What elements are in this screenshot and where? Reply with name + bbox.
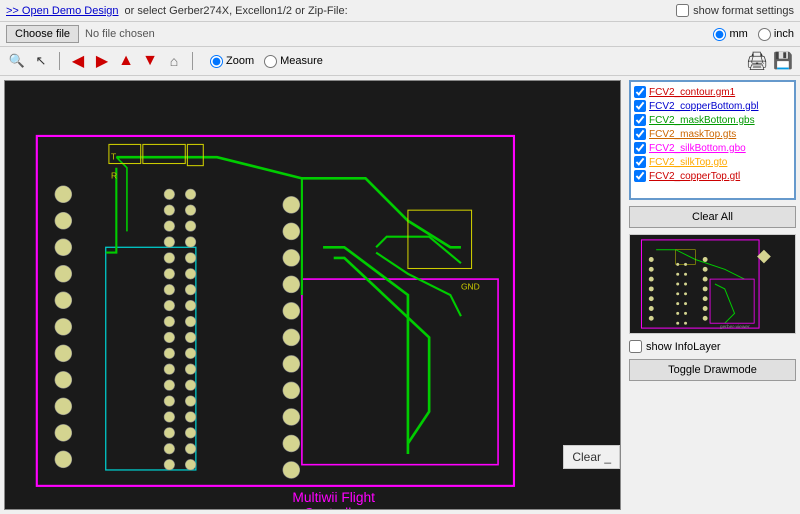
file-name-label: FCV2_contour.gm1: [649, 87, 735, 98]
right-panel: FCV2_contour.gm1 FCV2_copperBottom.gbl FCV…: [625, 76, 800, 514]
pcb-svg: T R GND: [5, 81, 620, 509]
toolbar: 🔍 ↖ ◀ ▶ ▲ ▼ ⌂: [0, 47, 800, 76]
no-file-text: No file chosen: [85, 28, 155, 40]
file-list-item[interactable]: FCV2_maskBottom.gbs: [634, 113, 791, 127]
show-format-label: show format settings: [693, 5, 794, 17]
file-list-item[interactable]: FCV2_copperBottom.gbl: [634, 99, 791, 113]
toolbar-arrow-group: ◀ ▶ ▲ ▼ ⌂: [67, 50, 185, 72]
svg-text:Multiwii Flight: Multiwii Flight: [292, 490, 375, 505]
pcb-viewer[interactable]: T R GND: [4, 80, 621, 510]
arrow-up-icon: ▲: [118, 52, 134, 70]
top-bar: >> Open Demo Design or select Gerber274X…: [0, 0, 800, 22]
file-checkbox[interactable]: [634, 128, 646, 140]
pan-left-button[interactable]: ◀: [67, 50, 89, 72]
save-button[interactable]: 💾: [772, 50, 794, 72]
zoom-radio[interactable]: [210, 55, 223, 68]
clear-text-overlay[interactable]: Clear _: [563, 445, 620, 469]
file-checkbox[interactable]: [634, 114, 646, 126]
file-name-label: FCV2_copperTop.gtl: [649, 171, 740, 182]
show-info-area: show InfoLayer: [629, 340, 796, 353]
format-settings-area: show format settings: [676, 4, 794, 17]
show-format-checkbox[interactable]: [676, 4, 689, 17]
file-name-label: FCV2_maskBottom.gbs: [649, 115, 755, 126]
measure-label: Measure: [280, 55, 323, 67]
cursor-icon: ↖: [36, 53, 47, 69]
zoom-label: Zoom: [226, 55, 254, 67]
file-list-item[interactable]: FCV2_maskTop.gts: [634, 127, 791, 141]
svg-text:gerber-viewer: gerber-viewer: [720, 324, 750, 330]
zoom-measure-area: Zoom Measure: [210, 55, 323, 68]
show-info-label: show InfoLayer: [646, 341, 721, 353]
file-checkbox[interactable]: [634, 170, 646, 182]
unit-radio-group: mm inch: [713, 28, 794, 41]
home-button[interactable]: ⌂: [163, 50, 185, 72]
pan-down-button[interactable]: ▼: [139, 50, 161, 72]
file-checkbox[interactable]: [634, 86, 646, 98]
open-demo-link[interactable]: >> Open Demo Design: [6, 5, 119, 17]
save-icon: 💾: [773, 51, 793, 71]
toolbar-separator-2: [192, 52, 193, 70]
pan-right-button[interactable]: ▶: [91, 50, 113, 72]
measure-radio[interactable]: [264, 55, 277, 68]
print-icon: 🖨: [746, 51, 769, 72]
svg-text:GND: GND: [461, 282, 480, 292]
svg-text:Controller: Controller: [304, 506, 364, 509]
file-name-label: FCV2_maskTop.gts: [649, 129, 736, 140]
magnifier-minus-icon: 🔍: [9, 53, 25, 69]
mm-label: mm: [729, 28, 747, 40]
clear-all-button[interactable]: Clear All: [629, 206, 796, 228]
file-checkbox[interactable]: [634, 100, 646, 112]
main-content: T R GND: [0, 76, 800, 514]
file-name-label: FCV2_silkBottom.gbo: [649, 143, 746, 154]
thumbnail-svg: gerber-viewer: [630, 235, 795, 333]
pan-up-button[interactable]: ▲: [115, 50, 137, 72]
print-button[interactable]: 🖨: [746, 50, 768, 72]
arrow-down-icon: ▼: [142, 52, 158, 70]
file-checkbox[interactable]: [634, 142, 646, 154]
file-list-item[interactable]: FCV2_contour.gm1: [634, 85, 791, 99]
file-list-item[interactable]: FCV2_silkBottom.gbo: [634, 141, 791, 155]
thumbnail-box: gerber-viewer: [629, 234, 796, 334]
inch-label: inch: [774, 28, 794, 40]
file-checkbox[interactable]: [634, 156, 646, 168]
file-list-item[interactable]: FCV2_silkTop.gto: [634, 155, 791, 169]
arrow-right-icon: ▶: [96, 51, 108, 71]
svg-text:R: R: [111, 170, 117, 180]
toggle-drawmode-button[interactable]: Toggle Drawmode: [629, 359, 796, 381]
mm-radio[interactable]: [713, 28, 726, 41]
toolbar-nav-group: 🔍 ↖: [6, 50, 52, 72]
toolbar-separator-1: [59, 52, 60, 70]
file-name-label: FCV2_silkTop.gto: [649, 157, 727, 168]
choose-file-button[interactable]: Choose file: [6, 25, 79, 43]
or-select-text: or select Gerber274X, Excellon1/2 or Zip…: [125, 5, 348, 17]
inch-radio[interactable]: [758, 28, 771, 41]
file-list-box: FCV2_contour.gm1 FCV2_copperBottom.gbl FCV…: [629, 80, 796, 200]
file-list-item[interactable]: FCV2_copperTop.gtl: [634, 169, 791, 183]
svg-text:T: T: [111, 151, 116, 161]
file-bar: Choose file No file chosen mm inch: [0, 22, 800, 47]
file-name-label: FCV2_copperBottom.gbl: [649, 101, 759, 112]
select-button[interactable]: ↖: [30, 50, 52, 72]
home-icon: ⌂: [170, 53, 178, 69]
show-info-checkbox[interactable]: [629, 340, 642, 353]
save-print-area: 🖨 💾: [746, 50, 794, 72]
zoom-out-button[interactable]: 🔍: [6, 50, 28, 72]
arrow-left-icon: ◀: [72, 51, 84, 71]
